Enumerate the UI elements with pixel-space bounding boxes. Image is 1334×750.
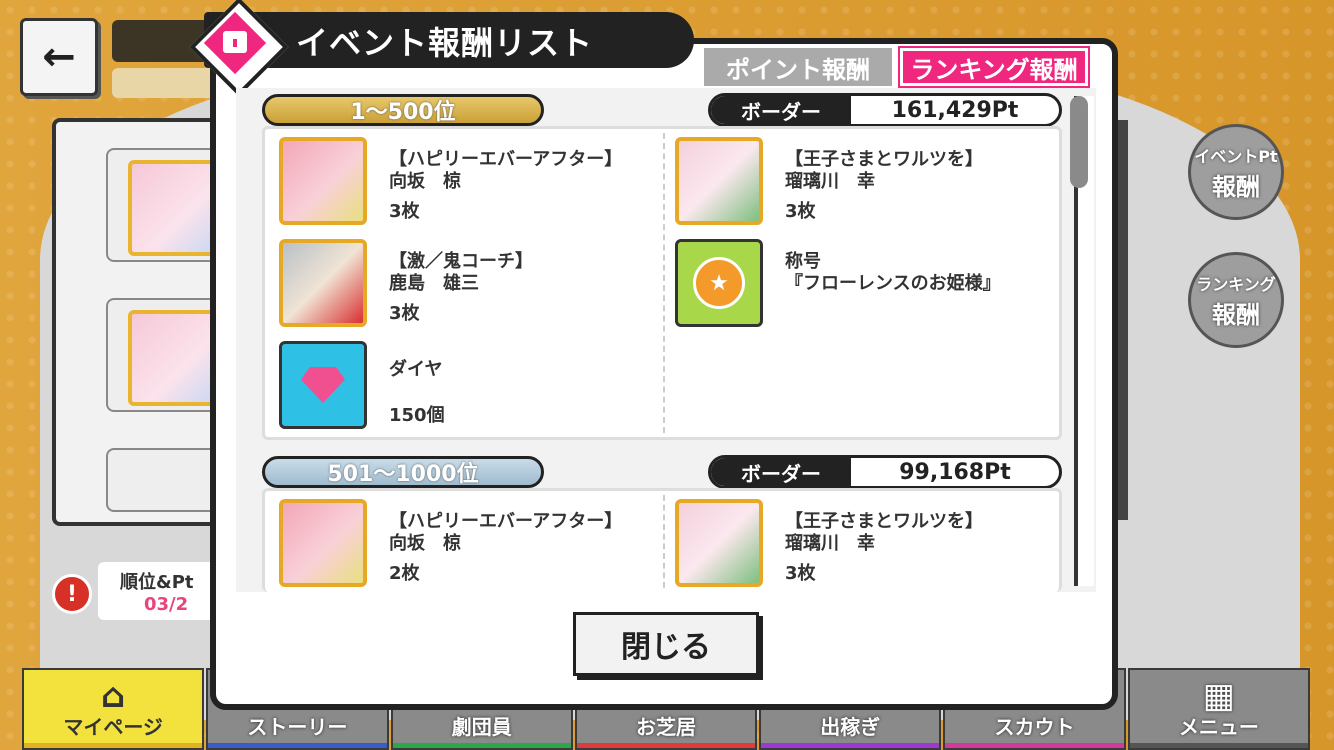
tab-ranking-reward[interactable]: ランキング報酬 [898,46,1090,88]
character-card-icon [279,499,367,587]
nav-label: 出稼ぎ [820,715,881,739]
nav-label: スカウト [994,715,1075,739]
rank-range-label: 501〜1000位 [262,456,544,488]
reward-count: 3枚 [389,201,420,222]
reward-box: 【ハピリーエバーアフター】 向坂 椋 3枚 【王子さまとワルツを】 瑠璃川 幸 3枚… [262,126,1062,440]
reward-line2: 瑠璃川 幸 [785,171,875,192]
nav-label: ストーリー [247,715,348,739]
reward-line2: 向坂 椋 [389,171,461,192]
reward-item[interactable]: 【王子さまとワルツを】 瑠璃川 幸 3枚 [661,133,1041,229]
nav-color-bar [208,743,387,748]
reward-line1: 称号 [785,251,821,272]
button-line2: 報酬 [1212,300,1260,329]
nav-color-bar [24,743,203,748]
scrollbar-thumb[interactable] [1070,96,1088,188]
back-button[interactable]: ← [20,18,98,96]
nav-mypage[interactable]: ⌂ マイページ [22,668,205,750]
reward-count: 3枚 [389,303,420,324]
rank-info-title: 順位&Pt [120,572,194,593]
tab-point-reward[interactable]: ポイント報酬 [704,48,892,86]
border-pill: ボーダー 99,168Pt [708,455,1062,489]
border-label: ボーダー [711,458,851,486]
border-value: 161,429Pt [891,97,1019,123]
reward-count: 3枚 [785,563,816,584]
modal-title: イベント報酬リスト [296,24,594,62]
nav-label: お芝居 [635,715,696,739]
nav-color-bar [392,743,571,748]
nav-color-bar [1129,743,1308,748]
title-badge-icon: ★ [675,239,763,327]
character-card-icon [279,137,367,225]
reward-count: 3枚 [785,201,816,222]
reward-item[interactable]: 【王子さまとワルツを】 瑠璃川 幸 3枚 [661,495,1041,591]
border-value: 99,168Pt [899,459,1011,485]
border-pill: ボーダー 161,429Pt [708,93,1062,127]
reward-item[interactable]: 【ハピリーエバーアフター】 向坂 椋 3枚 [265,133,645,229]
reward-count: 2枚 [389,563,420,584]
reward-item[interactable]: 【激／鬼コーチ】 鹿島 雄三 3枚 [265,235,645,331]
reward-item[interactable]: ダイヤ 150個 [265,337,645,433]
grid-icon: ▦ [1202,676,1235,716]
reward-line1: 【ハピリーエバーアフター】 [389,149,623,170]
reward-line2: 向坂 椋 [389,533,461,554]
diamond-icon [279,341,367,429]
button-line1: ランキング [1196,274,1276,294]
rank-info-date: 03/2 [144,594,189,615]
character-card-icon [279,239,367,327]
reward-box: 【ハピリーエバーアフター】 向坂 椋 2枚 【王子さまとワルツを】 瑠璃川 幸 3枚 [262,488,1062,592]
reward-line2: 『フローレンスのお姫様』 [785,273,1001,294]
rank-info-box: 順位&Pt 03/2 [98,562,218,620]
home-icon: ⌂ [100,676,126,716]
nav-color-bar [576,743,756,748]
treasure-chest-icon [189,0,289,97]
character-card-icon [675,499,763,587]
reward-line1: 【ハピリーエバーアフター】 [389,511,623,532]
nav-color-bar [761,743,940,748]
warning-icon: ! [52,574,92,614]
ranking-reward-button[interactable]: ランキング 報酬 [1188,252,1284,348]
nav-label: 劇団員 [451,715,512,739]
character-card-icon [675,137,763,225]
reward-line1: 【王子さまとワルツを】 [785,149,983,170]
rank-range-label: 1〜500位 [262,94,544,126]
reward-line2: 瑠璃川 幸 [785,533,875,554]
button-line2: 報酬 [1212,172,1260,201]
close-button[interactable]: 閉じる [573,612,759,676]
nav-color-bar [945,743,1124,748]
reward-line1: 【王子さまとワルツを】 [785,511,983,532]
reward-count: 150個 [389,405,445,426]
button-line1: イベントPt [1194,146,1278,166]
nav-menu[interactable]: ▦ メニュー [1127,668,1310,750]
reward-item[interactable]: 【ハピリーエバーアフター】 向坂 椋 2枚 [265,495,645,591]
border-label: ボーダー [711,96,851,124]
event-pt-reward-button[interactable]: イベントPt 報酬 [1188,124,1284,220]
reward-item[interactable]: ★ 称号 『フローレンスのお姫様』 [661,235,1041,331]
reward-line2: 鹿島 雄三 [389,273,479,294]
back-arrow-icon: ← [42,34,76,80]
reward-line1: 【激／鬼コーチ】 [389,251,533,272]
reward-line1: ダイヤ [389,359,443,380]
